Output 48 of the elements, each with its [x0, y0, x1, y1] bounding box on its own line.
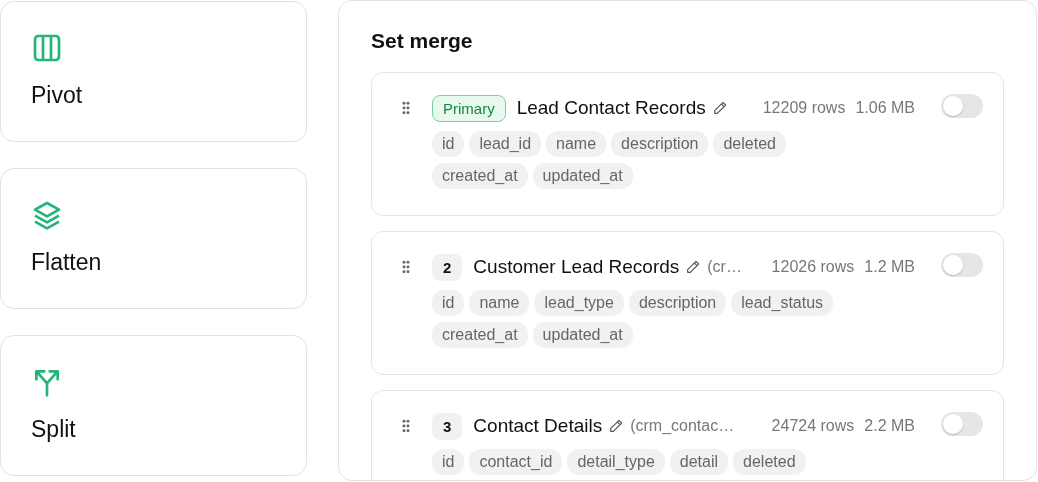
column-chip: lead_id [469, 131, 542, 157]
column-chip: created_at [432, 322, 528, 348]
source-name: (crm_contac… [630, 417, 735, 435]
layers-icon [31, 199, 63, 231]
primary-tag: Primary [432, 94, 506, 122]
column-chip: id [432, 290, 465, 316]
table-name: Customer Lead Records [473, 256, 680, 278]
operation-card[interactable]: Split [0, 335, 307, 476]
column-chip: deleted [713, 131, 786, 157]
operation-card[interactable]: Flatten [0, 168, 307, 309]
pencil-icon [685, 259, 702, 275]
file-size: 1.06 MB [855, 99, 915, 117]
column-chip: detail [669, 449, 729, 475]
column-chip: lead_type [534, 290, 624, 316]
column-chip: lead_status [731, 290, 834, 316]
column-chip: contact_id [469, 449, 563, 475]
toggle-switch[interactable] [941, 94, 983, 118]
column-chip: name [469, 290, 530, 316]
source-name: (cr… [707, 258, 742, 276]
columns-icon [31, 32, 63, 64]
column-chip: id [432, 131, 465, 157]
pencil-icon [608, 418, 625, 434]
column-chip: updated_at [532, 163, 633, 189]
toggle-switch[interactable] [941, 412, 983, 436]
operation-label: Pivot [31, 82, 83, 109]
column-chip: description [628, 290, 727, 316]
panel-title: Set merge [371, 29, 474, 53]
column-chip: updated_at [532, 322, 633, 348]
order-number: 2 [432, 253, 463, 281]
column-chip: id [432, 449, 465, 475]
operation-label: Flatten [31, 249, 102, 276]
table-name: Contact Details [473, 415, 603, 437]
column-chip: created_at [432, 163, 528, 189]
column-chip: deleted [733, 449, 806, 475]
row-count: 12209 rows [762, 99, 846, 117]
operation-card[interactable]: Pivot [0, 1, 307, 142]
column-chip: name [546, 131, 607, 157]
operation-label: Split [31, 416, 76, 443]
column-chip: description [611, 131, 709, 157]
column-chip: detail_type [567, 449, 665, 475]
row-count: 12026 rows [771, 258, 855, 276]
toggle-switch[interactable] [941, 253, 983, 277]
table-name: Lead Contact Records [516, 97, 706, 119]
file-size: 1.2 MB [864, 258, 915, 276]
file-size: 2.2 MB [864, 417, 915, 435]
order-number: 3 [432, 412, 463, 440]
row-count: 24724 rows [771, 417, 855, 435]
pencil-icon [711, 100, 728, 116]
